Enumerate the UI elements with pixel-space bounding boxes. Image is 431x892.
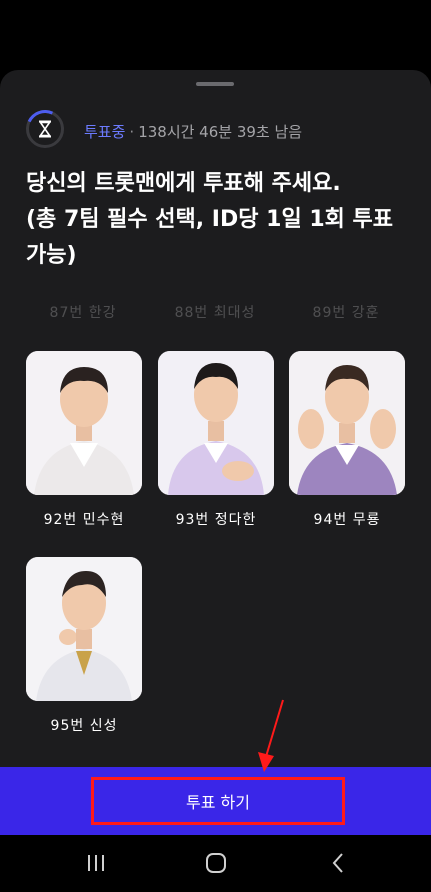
candidate-name: 93번 정다한 — [175, 512, 257, 528]
time-remaining: 138시간 46분 39초 남음 — [138, 123, 303, 141]
faded-candidate-label: 89번 강훈 — [312, 305, 380, 321]
candidate-name: 94번 무룡 — [313, 512, 381, 528]
vote-action-bar: 투표 하기 — [0, 767, 431, 835]
home-icon[interactable] — [196, 847, 236, 879]
candidate-photo — [26, 557, 142, 701]
candidate-photo — [26, 351, 142, 495]
system-navigation-bar — [0, 835, 431, 892]
status-label: 투표중 — [84, 123, 126, 141]
recents-icon[interactable] — [76, 847, 116, 879]
vote-bottom-sheet: 투표중 · 138시간 46분 39초 남음 당신의 트롯맨에게 투표해 주세요. … — [0, 70, 431, 767]
back-icon[interactable] — [318, 847, 358, 879]
candidate-card-93[interactable]: 93번 정다한 — [158, 351, 274, 529]
vote-button[interactable]: 투표 하기 — [91, 777, 345, 825]
candidate-name: 92번 민수현 — [43, 512, 125, 528]
vote-status: 투표중 · 138시간 46분 39초 남음 — [84, 121, 302, 143]
status-separator: · — [129, 123, 135, 141]
page-title: 당신의 트롯맨에게 투표해 주세요. (총 7팀 필수 선택, ID당 1일 1… — [26, 171, 394, 268]
hourglass-icon — [20, 104, 70, 154]
scrolled-candidate-labels: 87번 한강 88번 최대성 89번 강훈 — [0, 302, 431, 326]
candidate-photo — [289, 351, 405, 495]
candidate-card-92[interactable]: 92번 민수현 — [26, 351, 142, 529]
faded-candidate-label: 87번 한강 — [49, 305, 117, 321]
candidate-card-95[interactable]: 95번 신성 — [26, 557, 142, 735]
faded-candidate-label: 88번 최대성 — [174, 305, 256, 321]
candidate-card-94[interactable]: 94번 무룡 — [289, 351, 405, 529]
candidate-name: 95번 신성 — [50, 718, 118, 734]
candidate-photo — [158, 351, 274, 495]
drag-handle[interactable] — [196, 82, 234, 86]
